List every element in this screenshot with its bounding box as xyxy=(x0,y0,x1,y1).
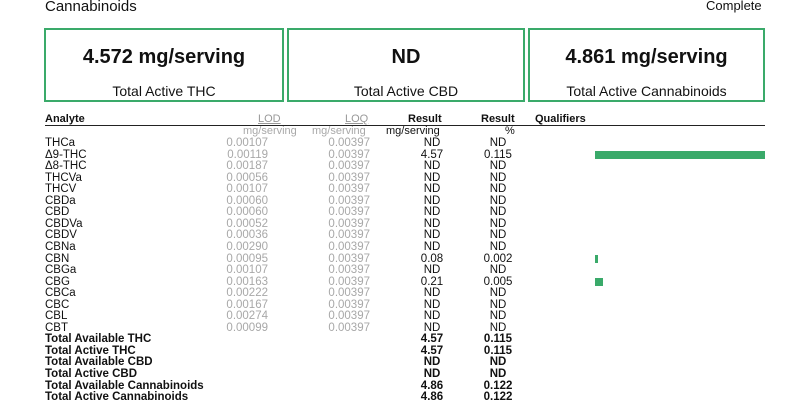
total-pct: ND xyxy=(489,368,507,380)
analyte-name: THCa xyxy=(45,137,76,149)
total-row: Total Available CBD ND ND xyxy=(45,357,765,369)
table-row: THCVa 0.00056 0.00397 ND ND xyxy=(45,172,765,185)
loq-value: 0.00397 xyxy=(328,240,370,253)
result-value: ND xyxy=(423,137,441,149)
table-row: CBG 0.00163 0.00397 0.21 0.005 xyxy=(45,276,765,289)
result-bar xyxy=(595,151,765,160)
total-name: Total Active Cannabinoids xyxy=(45,391,189,404)
result-value: ND xyxy=(423,160,441,173)
result-bar xyxy=(595,277,603,286)
result-pct-value: ND xyxy=(489,264,507,277)
analyte-name: CBCa xyxy=(45,287,76,300)
column-header-loq: LOQ xyxy=(345,113,369,125)
column-header-qualifiers: Qualifiers xyxy=(535,113,586,125)
loq-value: 0.00397 xyxy=(328,137,370,149)
unit-lod: mg/serving xyxy=(243,125,297,137)
table-row: CBDV 0.00036 0.00397 ND ND xyxy=(45,230,765,242)
lod-value: 0.00107 xyxy=(226,264,268,277)
table-row: CBL 0.00274 0.00397 ND ND xyxy=(45,311,765,323)
lod-value: 0.00107 xyxy=(226,137,268,149)
lod-value: 0.00187 xyxy=(226,160,268,173)
summary-card-thc: 4.572 mg/serving Total Active THC xyxy=(44,28,284,102)
status-label: Complete xyxy=(706,0,762,13)
summary-label: Total Active THC xyxy=(112,83,216,99)
summary-value: ND xyxy=(391,46,421,68)
table-row: CBGa 0.00107 0.00397 ND ND xyxy=(45,264,765,277)
summary-value: 4.861 mg/serving xyxy=(565,46,728,68)
column-header-result: Result xyxy=(408,113,442,125)
section-title: Cannabinoids xyxy=(45,0,137,15)
result-value: ND xyxy=(423,240,441,253)
total-result: ND xyxy=(423,368,441,380)
loq-value: 0.00397 xyxy=(328,287,370,300)
analyte-name: CBNa xyxy=(45,240,76,253)
lod-value: 0.00099 xyxy=(226,321,268,334)
analyte-name: CBGa xyxy=(45,264,77,277)
loq-value: 0.00397 xyxy=(328,160,370,173)
column-header-analyte: Analyte xyxy=(45,113,85,125)
lod-value: 0.00222 xyxy=(226,287,268,300)
total-row: Total Active THC 4.57 0.115 xyxy=(45,345,765,358)
result-pct-value: ND xyxy=(489,240,507,253)
table-row: THCa 0.00107 0.00397 ND ND xyxy=(45,137,765,150)
result-bar xyxy=(595,254,598,263)
summary-value: 4.572 mg/serving xyxy=(82,46,246,68)
column-header-lod: LOD xyxy=(258,113,281,125)
table-row: CBDVa 0.00052 0.00397 ND ND xyxy=(45,218,765,231)
total-row: Total Active Cannabinoids 4.86 0.122 xyxy=(45,391,765,404)
unit-result: mg/serving xyxy=(386,125,440,137)
summary-label: Total Active CBD xyxy=(353,83,459,99)
unit-result-pct: % xyxy=(505,125,515,137)
lod-value: 0.00290 xyxy=(226,240,268,253)
total-name: Total Active CBD xyxy=(45,368,138,380)
result-pct-value: ND xyxy=(489,287,507,300)
table-row: CBNa 0.00290 0.00397 ND ND xyxy=(45,240,765,254)
table-row: CBN 0.00095 0.00397 0.08 0.002 xyxy=(45,253,765,266)
total-result: 4.86 xyxy=(420,391,444,404)
column-header-result-pct: Result xyxy=(481,113,515,125)
result-pct-value: ND xyxy=(489,160,507,173)
table-row: CBCa 0.00222 0.00397 ND ND xyxy=(45,288,765,300)
table-row: CBT 0.00099 0.00397 ND ND xyxy=(45,321,765,335)
summary-label: Total Active Cannabinoids xyxy=(566,83,727,99)
table-row: CBD 0.00060 0.00397 ND ND xyxy=(45,207,765,219)
analyte-name: Δ8-THC xyxy=(45,160,87,173)
summary-card-cbd: ND Total Active CBD xyxy=(287,28,525,102)
summary-card-cannabinoids: 4.861 mg/serving Total Active Cannabinoi… xyxy=(528,28,765,102)
result-value: ND xyxy=(423,264,441,277)
loq-value: 0.00397 xyxy=(328,264,370,277)
table-row: Δ8-THC 0.00187 0.00397 ND ND xyxy=(45,160,765,173)
total-pct: 0.122 xyxy=(483,391,513,404)
loq-value: 0.00397 xyxy=(328,321,370,334)
table-row: CBDa 0.00060 0.00397 ND ND xyxy=(45,195,765,208)
total-row: Total Active CBD ND ND xyxy=(45,368,765,381)
table-row: CBC 0.00167 0.00397 ND ND xyxy=(45,299,765,312)
result-value: ND xyxy=(423,287,441,300)
unit-loq: mg/serving xyxy=(312,125,366,137)
result-pct-value: ND xyxy=(489,137,507,149)
total-row: Total Available THC 4.57 0.115 xyxy=(45,334,765,346)
table-row: THCV 0.00107 0.00397 ND ND xyxy=(45,184,765,196)
